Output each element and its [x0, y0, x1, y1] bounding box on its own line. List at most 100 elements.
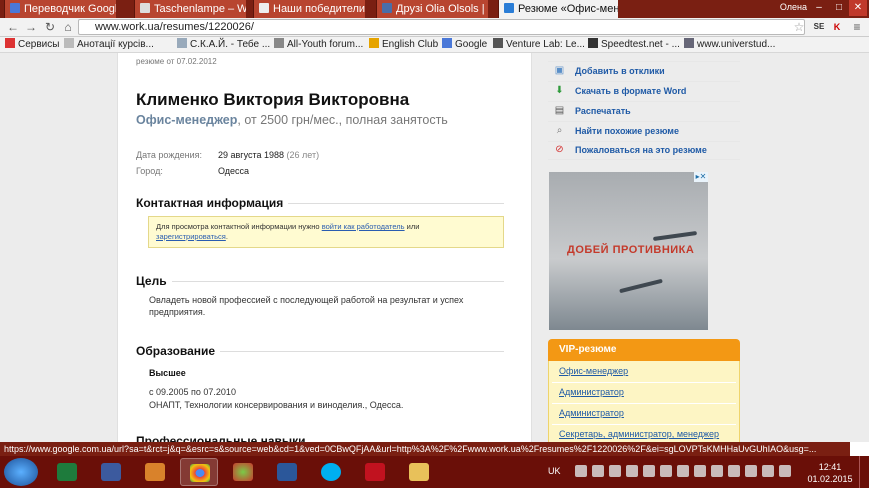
tab-strip: Переводчик Google Taschenlampe – Wik Наш… [0, 0, 869, 18]
windows-taskbar: UK 12:41 01.02.2015 [0, 456, 869, 488]
tray-icon[interactable] [711, 465, 723, 477]
home-icon[interactable]: ⌂ [61, 20, 75, 34]
clock[interactable]: 12:41 01.02.2015 [806, 461, 854, 485]
profile-name[interactable]: Олена [780, 2, 807, 12]
tab-wiki[interactable]: Taschenlampe – Wik [134, 0, 246, 18]
bookmark-universtud[interactable]: www.universtud... [684, 38, 775, 51]
disk-icon [101, 463, 121, 481]
skills-heading: Профессиональные навыки [136, 434, 311, 442]
vip-item[interactable]: Администратор [559, 408, 624, 418]
register-link[interactable]: зарегистрироваться [156, 232, 226, 241]
back-icon[interactable]: ← [6, 20, 20, 34]
find-similar-link[interactable]: Найти похожие резюме [575, 126, 679, 136]
taskbar-app[interactable] [224, 458, 262, 486]
login-employer-link[interactable]: войти как работодатель [322, 222, 405, 231]
tab-google-translate[interactable]: Переводчик Google [4, 0, 116, 18]
notice-text: Для просмотра контактной информации нужн… [156, 222, 322, 231]
bookmarks-bar: Сервисы Анотації курсів... С.К.А.Й. - Те… [0, 37, 869, 53]
menu-icon[interactable]: ≡ [850, 20, 864, 34]
bookmark-venture-lab[interactable]: Venture Lab: Le... [493, 38, 585, 51]
maximize-icon[interactable]: □ [830, 0, 848, 16]
apps-icon [5, 38, 15, 48]
bookmark-skay[interactable]: С.К.А.Й. - Тебе ... [177, 38, 270, 51]
bookmark-google[interactable]: Google [442, 38, 487, 51]
birth-value: 29 августа 1988 (26 лет) [218, 150, 319, 160]
tab-label: Наши победители [273, 3, 365, 15]
google-icon [442, 38, 452, 48]
tray-icon[interactable] [660, 465, 672, 477]
notice-or: или [404, 222, 420, 231]
taskbar-excel[interactable] [48, 458, 86, 486]
download-word-link[interactable]: Скачать в формате Word [575, 86, 686, 96]
taskbar-skype[interactable] [312, 458, 350, 486]
start-button[interactable] [4, 458, 38, 486]
google-translate-icon [10, 3, 20, 13]
address-bar[interactable]: www.work.ua/resumes/1220026/ [78, 19, 805, 35]
minimize-icon[interactable]: – [810, 0, 828, 16]
bookmark-english-club[interactable]: English Club [369, 38, 438, 51]
page-icon [259, 3, 269, 13]
education-place: ОНАПТ, Технологии консервирования и вино… [149, 400, 404, 410]
bookmark-services[interactable]: Сервисы [5, 38, 59, 51]
taskbar-word[interactable] [268, 458, 306, 486]
reload-icon[interactable]: ↻ [43, 20, 57, 34]
print-link[interactable]: Распечатать [575, 106, 631, 116]
close-icon[interactable]: ✕ [849, 0, 867, 16]
education-level: Высшее [149, 368, 186, 378]
plane-graphic [652, 230, 698, 242]
notice-end: . [225, 232, 228, 241]
forward-icon[interactable]: → [24, 20, 38, 34]
tray-icon[interactable] [592, 465, 604, 477]
tab-winners[interactable]: Наши победители [253, 0, 365, 18]
bookmark-label: Speedtest.net - ... [601, 39, 680, 50]
tray-icon[interactable] [728, 465, 740, 477]
extension-icon[interactable]: SE [812, 20, 826, 34]
vip-item[interactable]: Секретарь, администратор, менеджер [559, 429, 719, 439]
extension-k-icon[interactable]: K [830, 20, 844, 34]
bookmark-label: Google [455, 39, 488, 50]
battery-icon[interactable] [779, 465, 791, 477]
taskbar-files[interactable] [92, 458, 130, 486]
tray-icon[interactable] [694, 465, 706, 477]
clock-time: 12:41 [818, 462, 842, 472]
contact-notice: Для просмотра контактной информации нужн… [148, 216, 504, 248]
taskbar-acrobat[interactable] [356, 458, 394, 486]
volume-icon[interactable] [762, 465, 774, 477]
bookmark-all-youth[interactable]: All-Youth forum... [274, 38, 363, 51]
magnifier-icon: ⌕ [556, 125, 563, 136]
divider [552, 382, 736, 383]
tray-icon[interactable] [643, 465, 655, 477]
taskbar-chrome[interactable] [180, 458, 218, 486]
tray-icon[interactable] [626, 465, 638, 477]
add-to-responses-link[interactable]: Добавить в отклики [575, 66, 665, 76]
page-icon [64, 38, 74, 48]
tab-resume[interactable]: Резюме «Офис-менед [498, 0, 618, 18]
bookmark-annotations[interactable]: Анотації курсів... [64, 38, 154, 51]
bookmark-label: Сервисы [18, 39, 60, 50]
show-desktop-button[interactable] [859, 456, 869, 488]
chrome-icon [190, 464, 210, 482]
vip-item[interactable]: Администратор [559, 387, 624, 397]
city-label: Город: [136, 166, 163, 176]
vip-item[interactable]: Офис-менеджер [559, 366, 628, 376]
taskbar-explorer[interactable] [400, 458, 438, 486]
bookmark-label: English Club [382, 39, 439, 50]
birth-age: (26 лет) [286, 150, 320, 160]
bookmark-speedtest[interactable]: Speedtest.net - ... [588, 38, 680, 51]
taskbar-media[interactable] [136, 458, 174, 486]
report-link[interactable]: Пожаловаться на это резюме [575, 145, 707, 155]
add-response-icon: ▣ [554, 65, 565, 76]
browser-toolbar: ← → ↻ ⌂ www.work.ua/resumes/1220026/ ☆ S… [0, 18, 869, 37]
page-icon [369, 38, 379, 48]
block-icon: ⊘ [555, 144, 564, 155]
star-icon[interactable]: ☆ [792, 20, 806, 34]
tray-icon[interactable] [609, 465, 621, 477]
advertisement-banner[interactable]: ДОБЕЙ ПРОТИВНИКА [549, 172, 708, 330]
tab-vk[interactable]: Друзі Olia Olsols | [376, 0, 488, 18]
wikipedia-icon [140, 3, 150, 13]
ad-choices-icon[interactable]: ▸✕ [694, 172, 708, 182]
tray-icon[interactable] [575, 465, 587, 477]
network-icon[interactable] [745, 465, 757, 477]
language-indicator[interactable]: UK [548, 466, 561, 476]
tray-icon[interactable] [677, 465, 689, 477]
